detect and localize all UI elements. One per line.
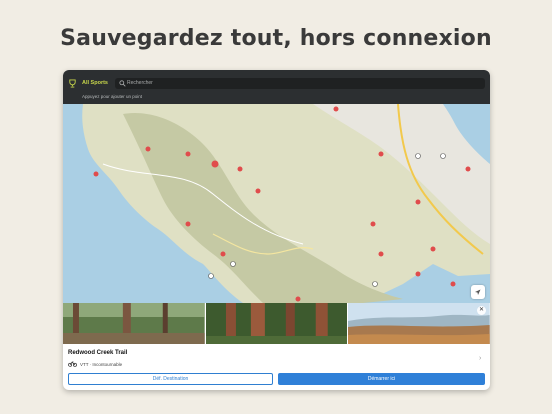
poi-marker (415, 199, 421, 205)
parking-marker (415, 153, 421, 159)
parking-marker (230, 261, 236, 267)
chevron-right-icon[interactable]: › (479, 355, 481, 362)
map-view[interactable] (63, 104, 490, 303)
poi-marker (295, 296, 301, 302)
trail-title[interactable]: Redwood Creek Trail (68, 350, 127, 356)
poi-marker (430, 246, 436, 252)
start-here-button[interactable]: Démarrer ici (278, 373, 485, 385)
trail-photo-forest[interactable] (63, 303, 205, 344)
search-input[interactable]: Rechercher (115, 78, 485, 89)
poi-marker (255, 188, 261, 194)
poi-marker (415, 271, 421, 277)
trail-photo-hills[interactable]: ✕ (347, 303, 490, 344)
parking-marker (208, 273, 214, 279)
parking-marker (440, 153, 446, 159)
search-icon (119, 80, 126, 87)
photo-strip[interactable]: ✕ (63, 303, 490, 344)
locate-arrow-icon (475, 289, 481, 295)
sports-filter[interactable]: All Sports (82, 80, 108, 86)
poi-marker (185, 221, 191, 227)
poi-marker (145, 146, 151, 152)
poi-marker (450, 281, 456, 287)
top-bar: All Sports Rechercher Appuyez pour ajout… (63, 70, 490, 104)
headline: Sauvegardez tout, hors connexion (60, 26, 492, 51)
poi-marker (185, 151, 191, 157)
trail-photo-redwoods[interactable] (204, 303, 348, 344)
add-point-hint: Appuyez pour ajouter un point (82, 94, 143, 99)
close-icon[interactable]: ✕ (477, 306, 487, 315)
photo-coastal-hills (348, 303, 490, 344)
recenter-button[interactable] (471, 285, 485, 299)
poi-marker (465, 166, 471, 172)
poi-marker (220, 251, 226, 257)
poi-marker (378, 151, 384, 157)
poi-marker (370, 221, 376, 227)
poi-marker (378, 251, 384, 257)
photo-redwood-clearing (63, 303, 205, 344)
app-window: All Sports Rechercher Appuyez pour ajout… (63, 70, 490, 390)
mountain-bike-icon (68, 361, 77, 367)
trail-activity-meta: VTT · Incontournable (80, 362, 123, 367)
set-destination-button[interactable]: Déf. Destination (68, 373, 273, 385)
parking-marker (372, 281, 378, 287)
search-placeholder: Rechercher (127, 80, 153, 86)
poi-marker (93, 171, 99, 177)
photo-redwood-grove (205, 303, 348, 344)
trophy-icon[interactable] (68, 79, 77, 88)
poi-marker (237, 166, 243, 172)
poi-marker (333, 106, 339, 112)
poi-marker (211, 160, 219, 168)
